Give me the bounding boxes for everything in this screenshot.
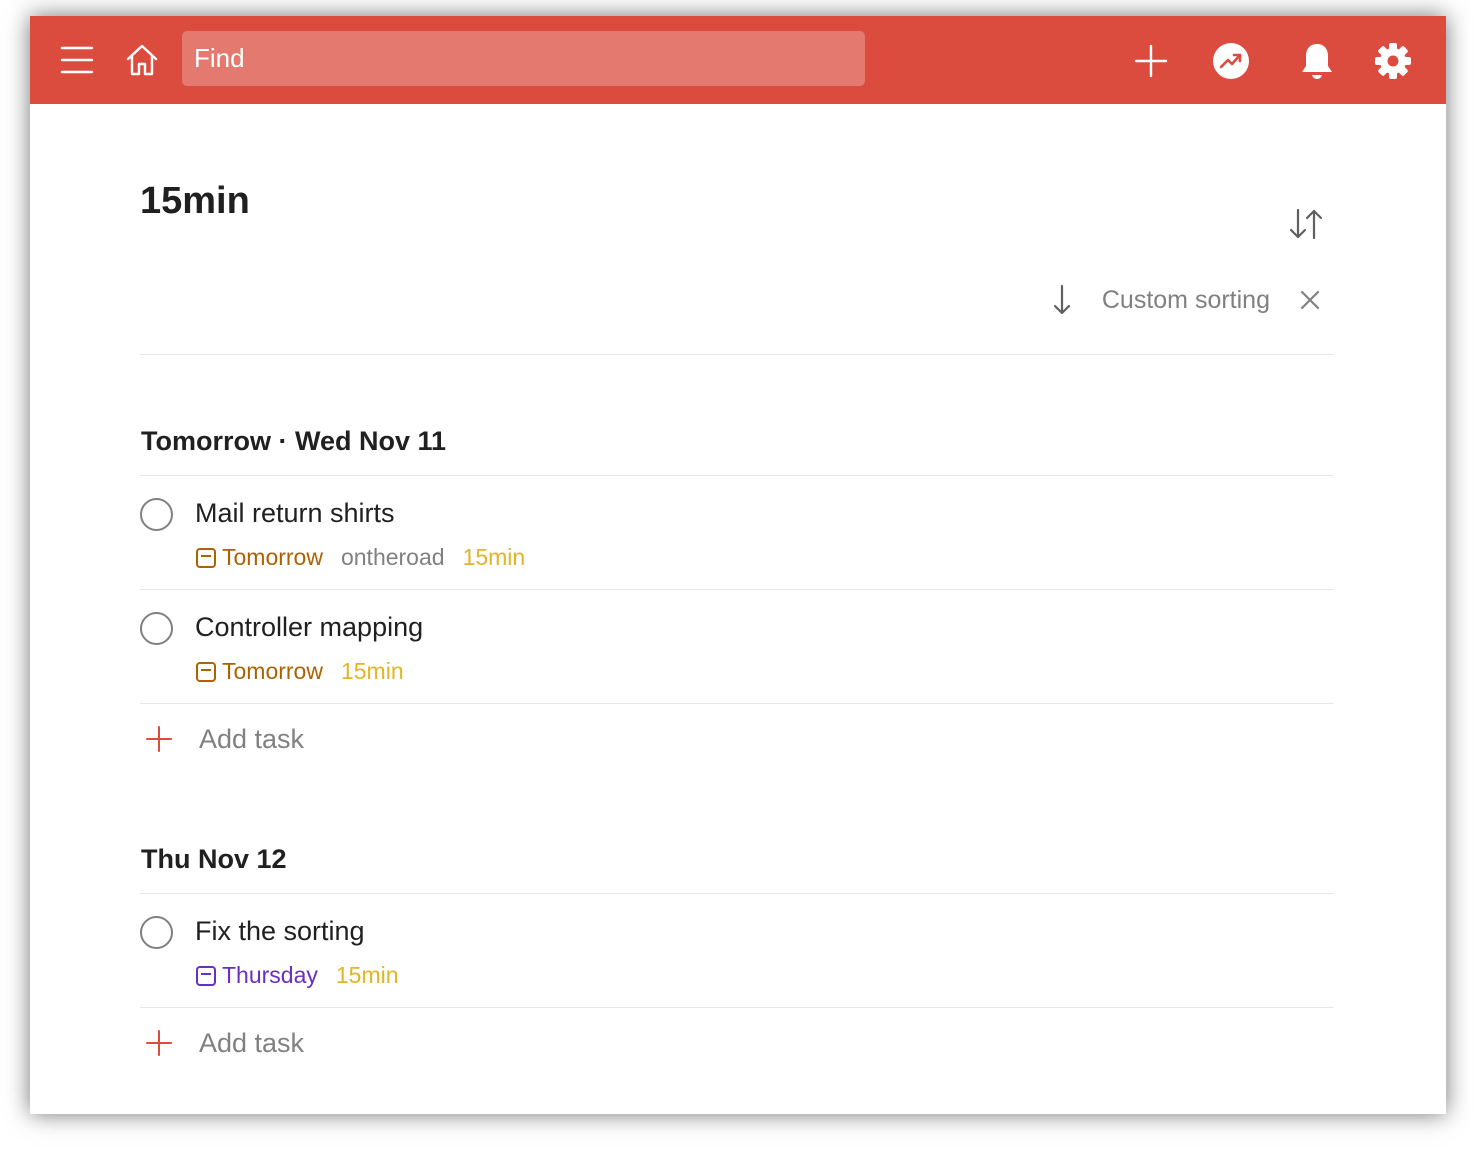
- due-date-label: Thursday: [222, 962, 318, 988]
- task-meta: Thursday 15min: [195, 962, 399, 989]
- task-checkbox[interactable]: [140, 612, 173, 645]
- sort-toggle-icon[interactable]: [1288, 207, 1324, 246]
- clear-sort-icon[interactable]: [1300, 290, 1320, 310]
- add-task-label: Add task: [199, 723, 305, 754]
- add-task-label: Add task: [199, 1027, 305, 1058]
- home-icon[interactable]: [120, 38, 164, 82]
- due-date-label: Tomorrow: [222, 544, 323, 570]
- due-date[interactable]: Tomorrow: [195, 544, 323, 571]
- bell-icon[interactable]: [1296, 40, 1338, 82]
- task-checkbox[interactable]: [140, 916, 173, 949]
- task-title[interactable]: Fix the sorting: [195, 916, 365, 947]
- task-label-tag[interactable]: 15min: [341, 658, 404, 685]
- add-task-button[interactable]: Add task: [140, 704, 1334, 774]
- due-date[interactable]: Thursday: [195, 962, 318, 989]
- day-section: Thu Nov 12 Fix the sorting Thursday 15mi…: [140, 842, 1334, 1078]
- section-header: Tomorrow · Wed Nov 11: [140, 424, 1334, 476]
- search-bar[interactable]: [182, 31, 865, 86]
- task-label-tag[interactable]: 15min: [463, 544, 526, 571]
- add-icon[interactable]: [1130, 40, 1172, 82]
- task-checkbox[interactable]: [140, 498, 173, 531]
- sort-indicator: Custom sorting: [1052, 282, 1334, 318]
- task-title[interactable]: Mail return shirts: [195, 498, 395, 529]
- settings-icon[interactable]: [1372, 40, 1414, 82]
- task-title[interactable]: Controller mapping: [195, 612, 423, 643]
- calendar-icon: [196, 965, 216, 986]
- task-meta: Tomorrow ontheroad 15min: [195, 544, 525, 571]
- app-window: 15min Custom sorting Tomorrow · Wed Nov …: [30, 16, 1446, 1114]
- section-header: Thu Nov 12: [140, 842, 1334, 894]
- due-date-label: Tomorrow: [222, 658, 323, 684]
- search-input[interactable]: [182, 31, 865, 86]
- task-item[interactable]: Mail return shirts Tomorrow ontheroad 15…: [140, 476, 1334, 590]
- add-task-button[interactable]: Add task: [140, 1008, 1334, 1078]
- calendar-icon: [196, 547, 216, 568]
- day-section: Tomorrow · Wed Nov 11 Mail return shirts…: [140, 424, 1334, 774]
- page-title: 15min: [140, 180, 250, 222]
- project-label[interactable]: ontheroad: [341, 544, 445, 571]
- productivity-icon[interactable]: [1210, 40, 1252, 82]
- task-item[interactable]: Controller mapping Tomorrow 15min: [140, 590, 1334, 704]
- task-item[interactable]: Fix the sorting Thursday 15min: [140, 894, 1334, 1008]
- due-date[interactable]: Tomorrow: [195, 658, 323, 685]
- task-label-tag[interactable]: 15min: [336, 962, 399, 989]
- divider: [140, 354, 1334, 355]
- task-meta: Tomorrow 15min: [195, 658, 404, 685]
- plus-icon: [140, 1029, 178, 1057]
- sort-direction-icon[interactable]: [1052, 284, 1072, 316]
- top-bar: [30, 16, 1446, 104]
- plus-icon: [140, 725, 178, 753]
- menu-icon[interactable]: [56, 40, 98, 80]
- sort-label[interactable]: Custom sorting: [1102, 286, 1270, 315]
- calendar-icon: [196, 661, 216, 682]
